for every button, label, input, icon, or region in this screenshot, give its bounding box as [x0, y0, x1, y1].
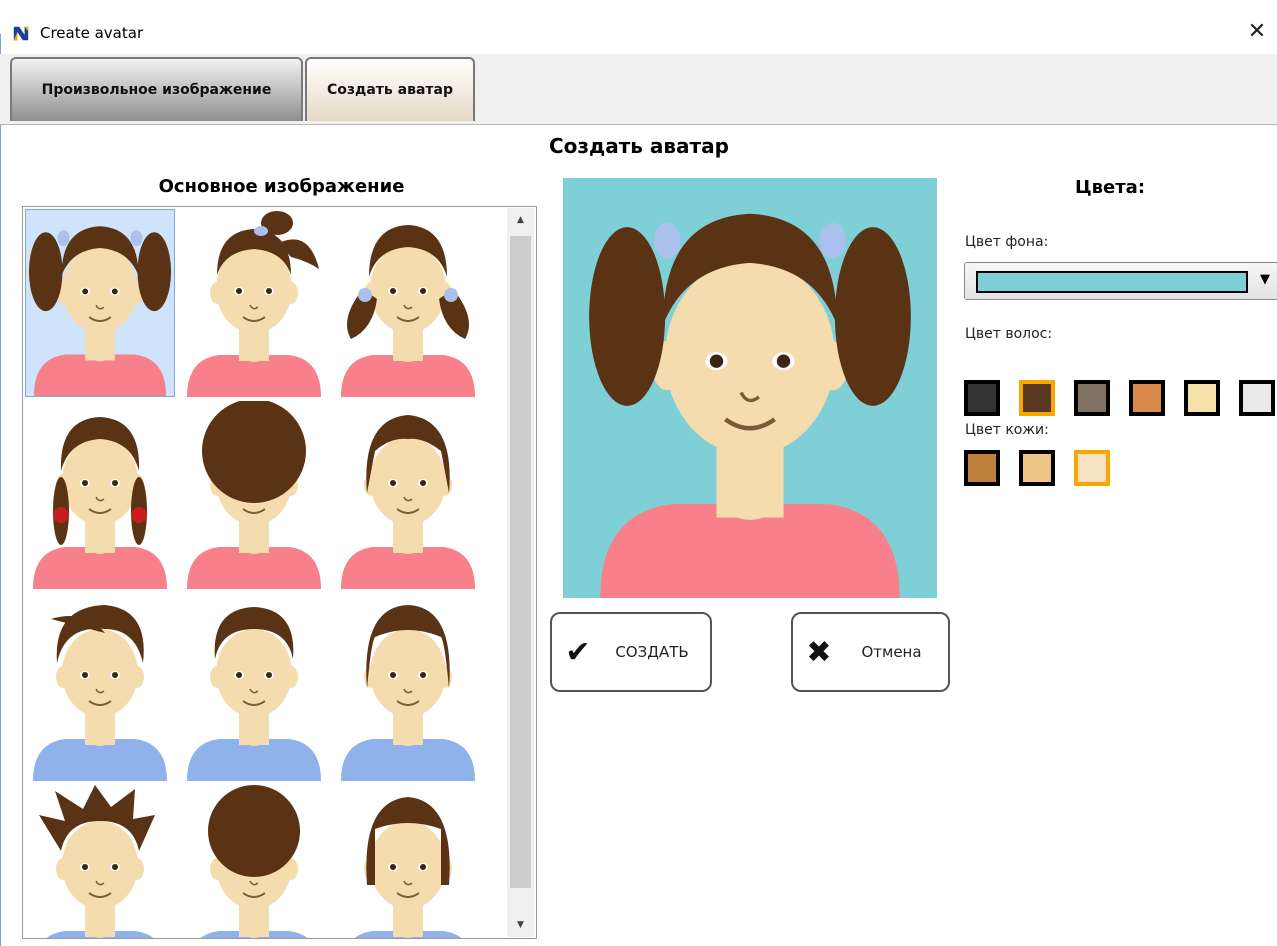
hair-color-swatch-3[interactable] — [1074, 380, 1110, 416]
avatar-option-boy-long[interactable] — [333, 593, 483, 781]
tab-label: Создать аватар — [327, 82, 453, 98]
x-icon: ✖ — [806, 634, 832, 670]
avatar-option-bob[interactable] — [333, 401, 483, 589]
tab-create-avatar[interactable]: Создать аватар — [305, 57, 475, 121]
avatar-option-pigtails[interactable] — [25, 209, 175, 397]
scroll-down-icon[interactable]: ▼ — [507, 913, 534, 937]
hair-color-swatch-2[interactable] — [1019, 380, 1055, 416]
gallery-title: Основное изображение — [158, 176, 405, 197]
hair-color-label: Цвет волос: — [965, 326, 1053, 342]
cancel-button-label: Отмена — [861, 643, 922, 661]
hair-color-swatch-5[interactable] — [1184, 380, 1220, 416]
skin-color-swatch-3[interactable] — [1074, 450, 1110, 486]
avatar-option-boy-short[interactable] — [179, 593, 329, 781]
avatar-preview-image — [589, 213, 911, 598]
background-color-label: Цвет фона: — [965, 234, 1049, 250]
avatar-option-ponytail[interactable] — [179, 209, 329, 397]
avatar-option-boy-curly[interactable] — [179, 785, 329, 938]
hair-color-swatch-6[interactable] — [1239, 380, 1275, 416]
window-title: Create avatar — [40, 24, 144, 42]
tab-custom-image[interactable]: Произвольное изображение — [10, 57, 303, 121]
avatar-option-boy-spiky[interactable] — [25, 785, 175, 938]
background-color-value — [976, 271, 1248, 293]
close-icon[interactable]: ✕ — [1245, 20, 1269, 44]
hair-color-swatch-1[interactable] — [964, 380, 1000, 416]
avatar-gallery — [22, 206, 537, 939]
skin-color-swatch-2[interactable] — [1019, 450, 1055, 486]
cancel-button[interactable]: ✖ Отмена — [791, 612, 950, 692]
create-button[interactable]: ✔ СОЗДАТЬ — [550, 612, 712, 692]
skin-color-label: Цвет кожи: — [965, 422, 1049, 438]
skin-color-swatch-1[interactable] — [964, 450, 1000, 486]
create-button-label: СОЗДАТЬ — [615, 643, 689, 661]
tab-label: Произвольное изображение — [41, 82, 272, 98]
avatar-option-boy-bowl[interactable] — [333, 785, 483, 938]
avatar-option-boy-swept[interactable] — [25, 593, 175, 781]
avatar-option-curly-girl[interactable] — [179, 401, 329, 589]
scroll-up-icon[interactable]: ▲ — [507, 208, 534, 232]
checkmark-icon: ✔ — [565, 634, 591, 670]
gallery-scrollbar[interactable]: ▲ ▼ — [507, 208, 534, 937]
avatar-option-braids[interactable] — [25, 401, 175, 589]
avatar-option-low-pigtails[interactable] — [333, 209, 483, 397]
dropdown-arrow-icon: ▼ — [1260, 272, 1270, 287]
background-color-select[interactable]: ▼ — [964, 262, 1277, 300]
tab-bar: Произвольное изображение Создать аватар — [0, 54, 1277, 125]
avatar-preview — [563, 178, 937, 598]
title-bar: Create avatar ✕ — [0, 0, 1277, 44]
page-title: Создать аватар — [549, 134, 729, 158]
hair-color-swatch-4[interactable] — [1129, 380, 1165, 416]
colors-title: Цвета: — [1074, 177, 1146, 198]
scroll-thumb[interactable] — [510, 236, 531, 888]
app-logo-icon — [13, 26, 29, 41]
